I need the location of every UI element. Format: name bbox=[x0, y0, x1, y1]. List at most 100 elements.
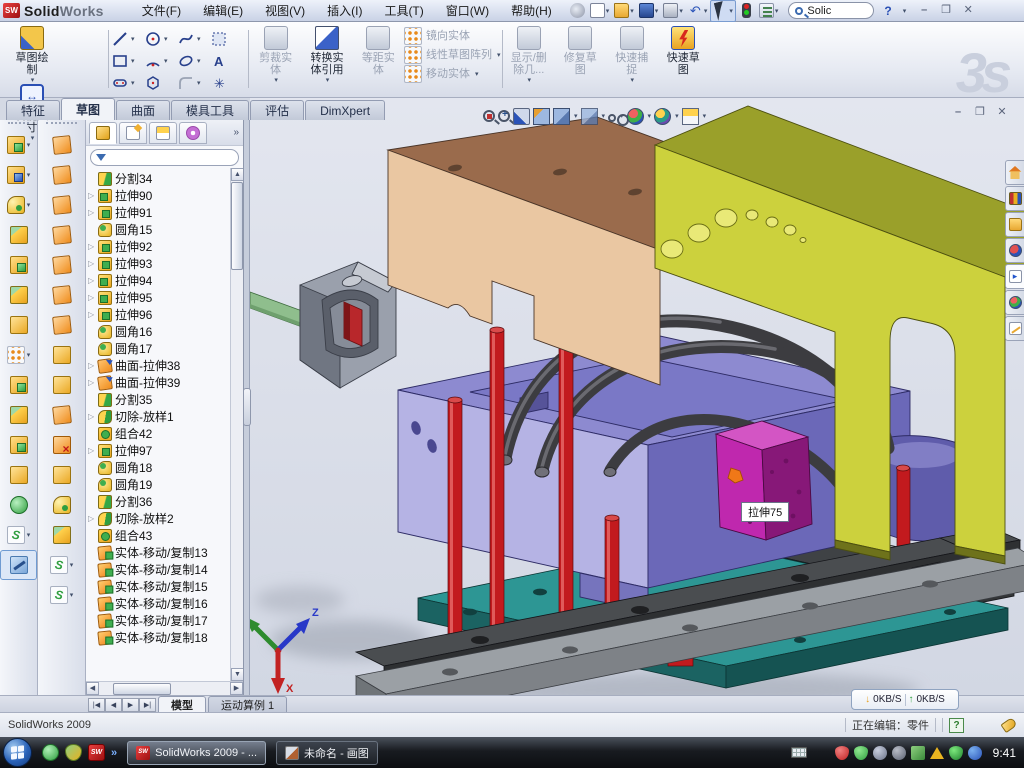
tag-icon[interactable] bbox=[1000, 717, 1017, 733]
menu-item[interactable]: 插入(I) bbox=[317, 0, 372, 21]
toolbar-button[interactable] bbox=[38, 490, 85, 520]
toolbar-button[interactable]: ▾ bbox=[38, 550, 85, 580]
study-nav-button[interactable]: ◀ bbox=[105, 698, 122, 712]
scroll-thumb[interactable] bbox=[231, 182, 243, 270]
tree-item[interactable]: 曲面-拉伸38 bbox=[86, 357, 230, 374]
tree-item[interactable]: 圆角18 bbox=[86, 459, 230, 476]
menu-item[interactable]: 编辑(E) bbox=[193, 0, 253, 21]
keyboard-layout-icon[interactable] bbox=[791, 747, 807, 758]
toolbar-button[interactable]: ▾ bbox=[38, 580, 85, 610]
spline-tool[interactable]: ▾ bbox=[178, 28, 211, 50]
toolbar-button[interactable] bbox=[0, 310, 37, 340]
previous-view-icon[interactable] bbox=[513, 108, 530, 125]
study-tab[interactable]: 模型 bbox=[158, 696, 206, 712]
toolbar-button[interactable]: ▾ bbox=[0, 520, 37, 550]
expand-arrow-icon[interactable] bbox=[88, 446, 98, 455]
tree-item[interactable]: 拉伸94 bbox=[86, 272, 230, 289]
tray-green-shield-icon[interactable] bbox=[854, 746, 868, 760]
tray-volume-icon[interactable] bbox=[892, 746, 906, 760]
help-question-icon[interactable]: ? bbox=[949, 718, 964, 733]
tray-sync-icon[interactable] bbox=[968, 746, 982, 760]
3d-viewport-scene[interactable]: Y Z X bbox=[250, 98, 1024, 695]
expand-arrow-icon[interactable] bbox=[88, 191, 98, 200]
ribbon-button[interactable]: 快速草 图 bbox=[661, 26, 707, 76]
tree-item[interactable]: 分割35 bbox=[86, 391, 230, 408]
arc-tool[interactable]: ▾ bbox=[145, 50, 178, 72]
ribbon-button[interactable]: 快速捕 捉 ▾ bbox=[609, 26, 655, 84]
toolbar-button[interactable] bbox=[38, 310, 85, 340]
expand-arrow-icon[interactable] bbox=[88, 208, 98, 217]
tree-item[interactable]: 曲面-拉伸39 bbox=[86, 374, 230, 391]
expand-arrow-icon[interactable] bbox=[88, 514, 98, 523]
toolbar-button[interactable] bbox=[0, 250, 37, 280]
undo-button[interactable]: ↶▾ bbox=[686, 2, 710, 19]
doc-minimize-button[interactable]: – bbox=[950, 106, 966, 120]
tab-appearances[interactable] bbox=[1005, 290, 1024, 315]
toolbar-button[interactable] bbox=[38, 460, 85, 490]
toolbar-button[interactable] bbox=[0, 220, 37, 250]
ribbon-button[interactable]: 草图绘 制 ▾ bbox=[6, 26, 58, 84]
tab-search[interactable] bbox=[1005, 238, 1024, 263]
tree-item[interactable]: 分割34 bbox=[86, 170, 230, 187]
scroll-up-button[interactable]: ▲ bbox=[231, 168, 243, 181]
slot-tool[interactable]: ▾ bbox=[112, 72, 145, 94]
restore-button[interactable]: ❐ bbox=[938, 4, 954, 18]
toolbar-button[interactable]: ▾ bbox=[0, 190, 37, 220]
tree-item[interactable]: 实体-移动/复制14 bbox=[86, 561, 230, 578]
options-button[interactable]: ▾ bbox=[757, 2, 781, 19]
scroll-down-button[interactable]: ▼ bbox=[231, 668, 243, 681]
tab-design-library[interactable] bbox=[1005, 186, 1024, 211]
tray-warning-icon[interactable] bbox=[930, 747, 944, 759]
rectangle-tool[interactable]: ▾ bbox=[112, 50, 145, 72]
command-tab[interactable]: 评估 bbox=[250, 100, 304, 120]
taskbar-button[interactable]: SW SolidWorks 2009 - ... bbox=[127, 741, 266, 765]
point-tool[interactable]: ✳ bbox=[211, 72, 244, 94]
toolbar-button[interactable]: ▾ bbox=[0, 160, 37, 190]
ribbon-button[interactable]: 剪裁实 体 ▾ bbox=[252, 26, 299, 84]
command-tab[interactable]: 特征 bbox=[6, 100, 60, 120]
toolbar-button[interactable] bbox=[0, 280, 37, 310]
tree-item[interactable]: 实体-移动/复制13 bbox=[86, 544, 230, 561]
ribbon-button[interactable]: 显示/删 除几... ▾ bbox=[506, 26, 552, 84]
tray-network-icon[interactable] bbox=[911, 746, 925, 760]
polygon-tool[interactable] bbox=[145, 72, 178, 94]
tree-item[interactable]: 圆角17 bbox=[86, 340, 230, 357]
study-tab[interactable]: 运动算例 1 bbox=[208, 696, 287, 712]
tree-horizontal-scrollbar[interactable]: ◀ ▶ bbox=[86, 681, 243, 695]
sketch-text-tool[interactable]: A bbox=[211, 50, 244, 72]
tree-filter-box[interactable] bbox=[90, 149, 239, 166]
doc-restore-button[interactable]: ❐ bbox=[972, 106, 988, 120]
tree-item[interactable]: 实体-移动/复制16 bbox=[86, 595, 230, 612]
toolbar-button[interactable] bbox=[38, 400, 85, 430]
tree-item[interactable]: 切除-放样2 bbox=[86, 510, 230, 527]
quick-launch-messenger-icon[interactable] bbox=[42, 744, 59, 761]
command-tab[interactable]: DimXpert bbox=[305, 100, 385, 120]
tree-item[interactable]: 实体-移动/复制15 bbox=[86, 578, 230, 595]
tree-item[interactable]: 实体-移动/复制18 bbox=[86, 629, 230, 646]
expand-arrow-icon[interactable] bbox=[88, 310, 98, 319]
tray-red-shield-icon[interactable] bbox=[835, 746, 849, 760]
tree-item[interactable]: 拉伸96 bbox=[86, 306, 230, 323]
study-nav-button[interactable]: ▶| bbox=[139, 698, 156, 712]
tab-view-palette[interactable]: ▸ bbox=[1005, 264, 1024, 289]
tree-item[interactable]: 拉伸93 bbox=[86, 255, 230, 272]
toolbar-button[interactable] bbox=[38, 520, 85, 550]
circle-tool[interactable]: ▾ bbox=[145, 28, 178, 50]
command-tab[interactable]: 模具工具 bbox=[171, 100, 249, 120]
tree-item[interactable]: 切除-放样1 bbox=[86, 408, 230, 425]
study-nav-button[interactable]: ▶ bbox=[122, 698, 139, 712]
zoom-to-fit-icon[interactable] bbox=[483, 110, 495, 122]
toolbar-button[interactable] bbox=[38, 280, 85, 310]
study-nav-button[interactable]: |◀ bbox=[88, 698, 105, 712]
section-view-icon[interactable] bbox=[533, 108, 550, 125]
tree-item[interactable]: 组合42 bbox=[86, 425, 230, 442]
toolbar-button[interactable] bbox=[0, 430, 37, 460]
ribbon-stack-button[interactable]: 镜向实体 bbox=[404, 26, 470, 45]
tray-antivirus-icon[interactable] bbox=[949, 746, 963, 760]
menu-item[interactable]: 窗口(W) bbox=[436, 0, 499, 21]
doc-close-button[interactable]: ✕ bbox=[994, 106, 1010, 120]
toolbar-button[interactable] bbox=[38, 220, 85, 250]
selection-marquee-tool[interactable] bbox=[211, 28, 244, 50]
tab-custom-properties[interactable] bbox=[1005, 316, 1024, 341]
toolbar-button[interactable] bbox=[0, 490, 37, 520]
